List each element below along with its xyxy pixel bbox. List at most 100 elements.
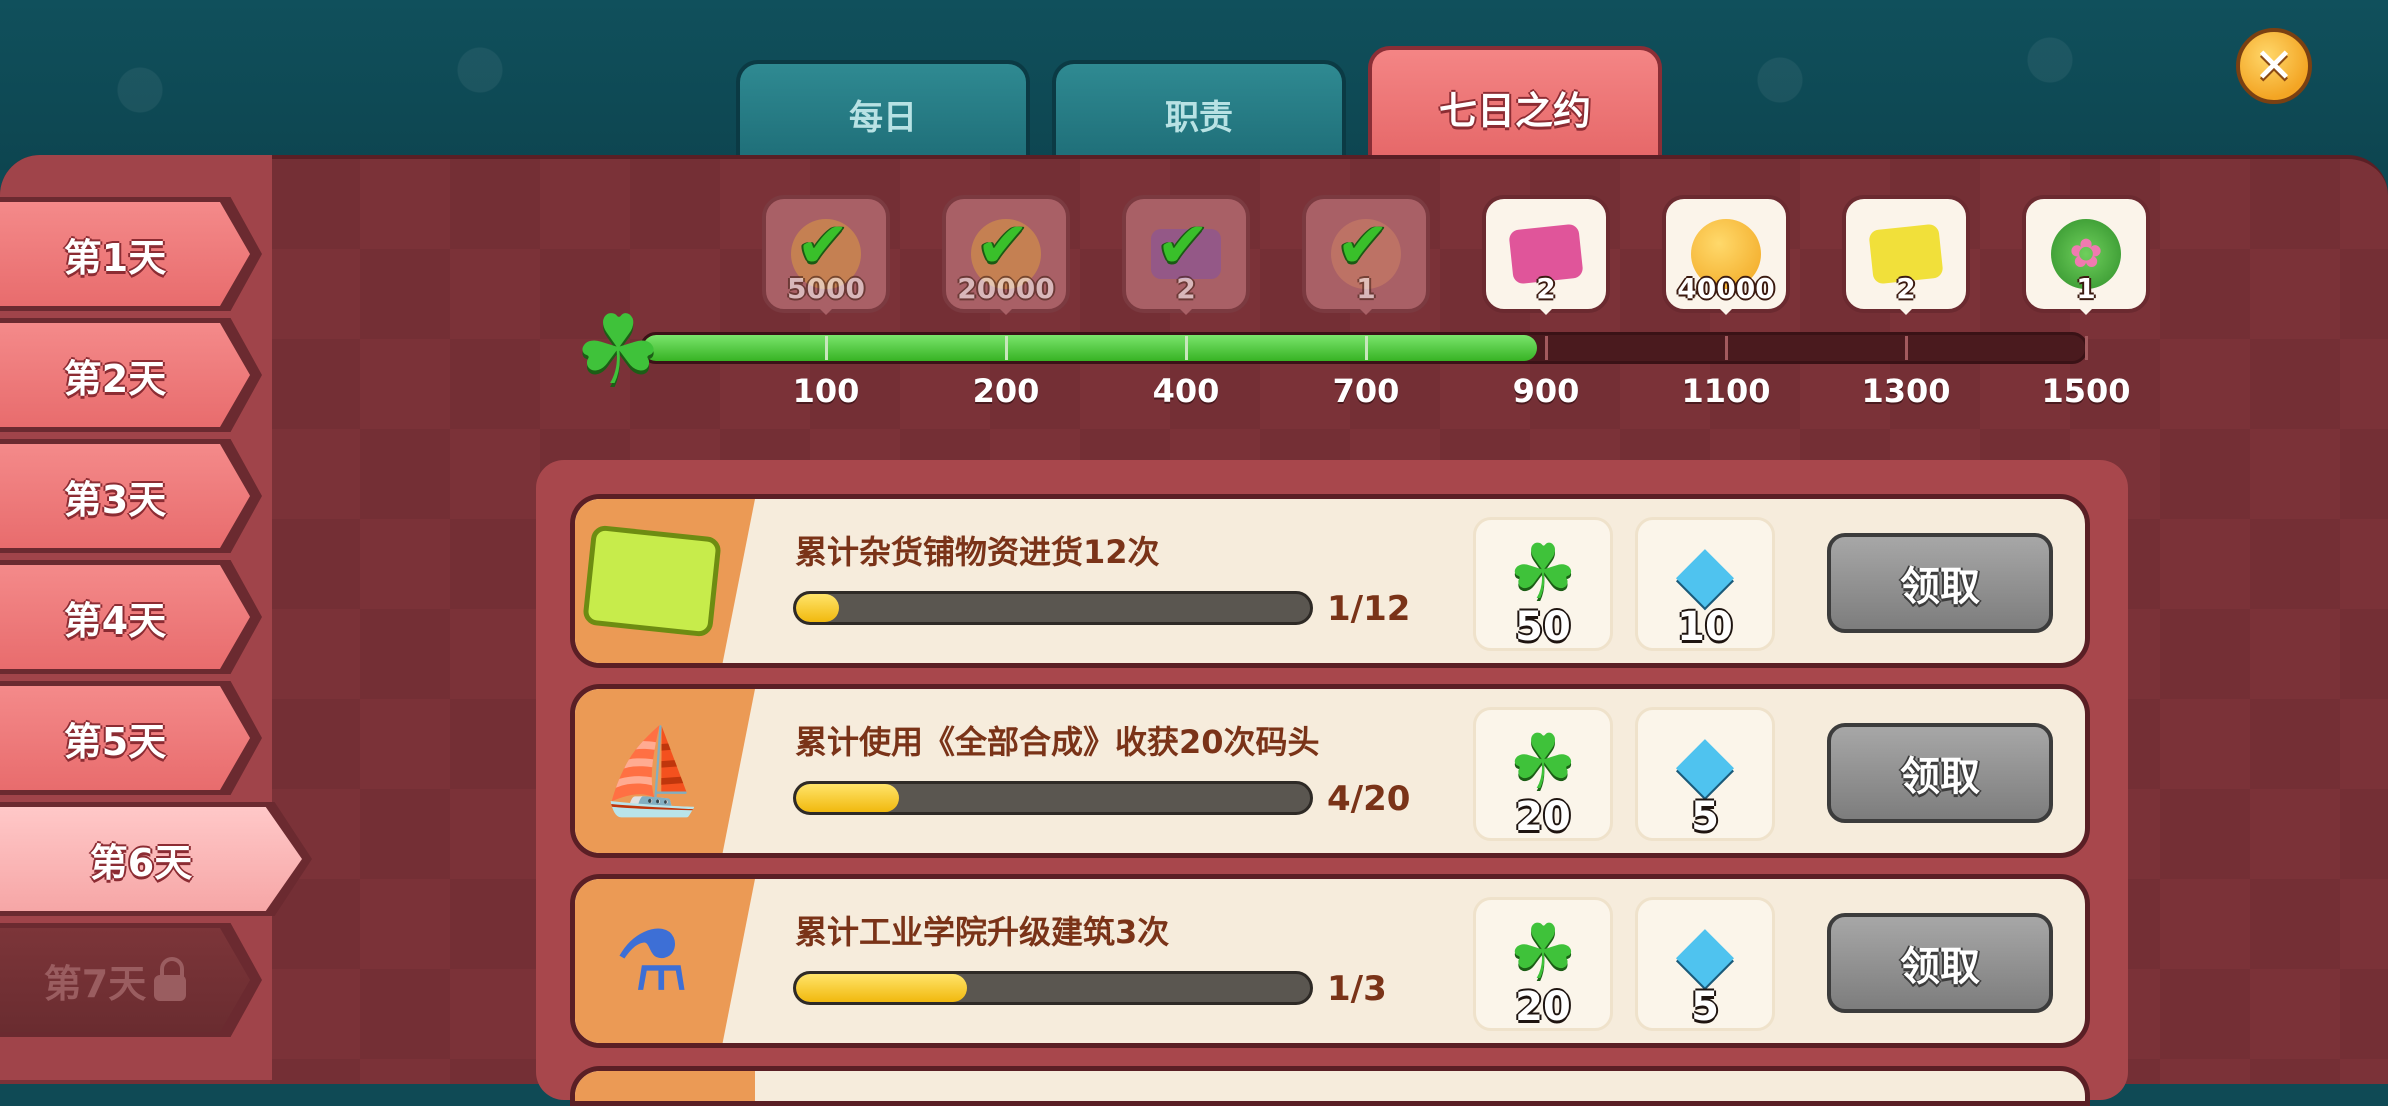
milestone-count: 2 — [1176, 272, 1196, 305]
quest-progress-fill — [796, 974, 968, 1002]
quest-progress-fill — [796, 784, 899, 812]
close-icon: ✕ — [2253, 38, 2295, 94]
reward-clover: ☘ 50 — [1473, 517, 1613, 651]
day-tab-7[interactable]: 第7天 — [0, 928, 250, 1032]
milestone-progress-fill — [643, 335, 1538, 361]
quest-progress-text: 1/3 — [1327, 969, 1387, 1009]
day-tab-label: 第5天 — [63, 719, 167, 764]
ship-icon: ⛵ — [599, 721, 705, 820]
reward-gem: ◆ 5 — [1635, 707, 1775, 841]
day-tab-2[interactable]: 第2天 — [0, 323, 250, 427]
close-button[interactable]: ✕ — [2236, 28, 2312, 104]
reward-clover: ☘ 20 — [1473, 707, 1613, 841]
reward-count: 10 — [1677, 604, 1733, 650]
milestone-label: 1300 — [1861, 372, 1951, 410]
milestone-reward-400[interactable]: ✔ 2 — [1122, 195, 1250, 315]
quest-progress-text: 1/12 — [1327, 589, 1411, 629]
quest-progress-bar — [793, 591, 1313, 625]
milestone-label: 900 — [1512, 372, 1580, 410]
day-tab-label: 第2天 — [63, 356, 167, 401]
checkmark-icon: ✔ — [1156, 209, 1210, 283]
milestone-count: 2 — [1536, 272, 1556, 305]
gem-icon: ◆ — [1675, 527, 1735, 616]
clover-icon: ☘ — [1508, 907, 1578, 996]
milestone-label: 200 — [972, 372, 1040, 410]
claim-button[interactable]: 领取 — [1827, 533, 2053, 633]
quest-title: 累计工业学院升级建筑3次 — [795, 913, 1170, 951]
quest-icon-box: ⚗ — [575, 879, 755, 1043]
progress-tick — [1005, 336, 1008, 360]
milestone-label: 100 — [792, 372, 860, 410]
day-tab-label: 第1天 — [63, 235, 167, 280]
reward-gem: ◆ 10 — [1635, 517, 1775, 651]
clover-icon: ☘ — [574, 294, 662, 406]
day-tab-4[interactable]: 第4天 — [0, 565, 250, 669]
gem-icon: ◆ — [1675, 907, 1735, 996]
checkmark-icon: ✔ — [796, 209, 850, 283]
progress-tick — [1725, 336, 1728, 360]
reward-clover: ☘ 20 — [1473, 897, 1613, 1031]
day-tab-6[interactable]: 第6天 — [0, 807, 302, 911]
quest-title: 累计使用《全部合成》收获20次码头 — [795, 723, 1320, 761]
milestone-count: 2 — [1896, 272, 1916, 305]
quest-progress-fill — [796, 594, 839, 622]
quest-icon-box — [575, 499, 755, 663]
milestone-count: 1 — [2076, 272, 2096, 305]
reward-count: 20 — [1515, 984, 1571, 1030]
milestone-label: 1500 — [2041, 372, 2131, 410]
milestone-progress-bar — [640, 332, 2088, 364]
day-tab-5[interactable]: 第5天 — [0, 686, 250, 790]
lock-icon — [154, 957, 187, 1001]
reward-count: 20 — [1515, 794, 1571, 840]
clover-icon: ☘ — [1508, 527, 1578, 616]
milestone-label: 700 — [1332, 372, 1400, 410]
claim-button[interactable]: 领取 — [1827, 913, 2053, 1013]
milestone-count: 5000 — [787, 272, 865, 305]
milestone-reward-700[interactable]: ✔ 1 — [1302, 195, 1430, 315]
reward-gem: ◆ 5 — [1635, 897, 1775, 1031]
quest-row: 累计杂货铺物资进货12次 1/12 ☘ 50 ◆ 10 领取 — [570, 494, 2090, 668]
tab-duties[interactable]: 职责 — [1052, 60, 1346, 164]
milestone-count: 20000 — [957, 272, 1055, 305]
progress-tick — [1185, 336, 1188, 360]
milestone-reward-100[interactable]: ✔ 5000 — [762, 195, 890, 315]
day-tab-label: 第7天 — [43, 961, 147, 1006]
progress-tick — [1905, 336, 1908, 360]
quest-row: ⚗ 累计工业学院升级建筑3次 1/3 ☘ 20 ◆ 5 领取 — [570, 874, 2090, 1048]
milestone-label: 400 — [1152, 372, 1220, 410]
quest-progress-text: 4/20 — [1327, 779, 1411, 819]
milestone-reward-1100[interactable]: 40000 — [1662, 195, 1790, 315]
claim-button[interactable]: 领取 — [1827, 723, 2053, 823]
milestone-reward-1500[interactable]: ✿ 1 — [2022, 195, 2150, 315]
day-tab-1[interactable]: 第1天 — [0, 202, 250, 306]
milestone-label: 1100 — [1681, 372, 1771, 410]
progress-tick — [825, 336, 828, 360]
quest-row-partial — [570, 1066, 2090, 1106]
day-tab-label: 第3天 — [63, 477, 167, 522]
reward-count: 5 — [1691, 984, 1719, 1030]
quest-icon-box: ⛵ — [575, 689, 755, 853]
milestone-count: 1 — [1356, 272, 1376, 305]
progress-tick — [2085, 336, 2088, 360]
academy-building-icon: ⚗ — [614, 912, 690, 1010]
clover-icon: ☘ — [1508, 717, 1578, 806]
day-tab-label: 第4天 — [63, 598, 167, 643]
day-tab-3[interactable]: 第3天 — [0, 444, 250, 548]
day-tab-label: 第6天 — [89, 840, 193, 885]
reward-count: 5 — [1691, 794, 1719, 840]
checkmark-icon: ✔ — [1336, 209, 1390, 283]
tab-seven-day[interactable]: 七日之约 — [1368, 46, 1662, 164]
tab-daily[interactable]: 每日 — [736, 60, 1030, 164]
progress-tick — [1365, 336, 1368, 360]
grocery-ticket-icon — [582, 524, 722, 638]
checkmark-icon: ✔ — [976, 209, 1030, 283]
milestone-reward-1300[interactable]: 2 — [1842, 195, 1970, 315]
quest-progress-bar — [793, 781, 1313, 815]
quest-progress-bar — [793, 971, 1313, 1005]
quest-title: 累计杂货铺物资进货12次 — [795, 533, 1160, 571]
gem-icon: ◆ — [1675, 717, 1735, 806]
reward-count: 50 — [1515, 604, 1571, 650]
milestone-reward-900[interactable]: 2 — [1482, 195, 1610, 315]
milestone-reward-200[interactable]: ✔ 20000 — [942, 195, 1070, 315]
milestone-count: 40000 — [1677, 272, 1775, 305]
